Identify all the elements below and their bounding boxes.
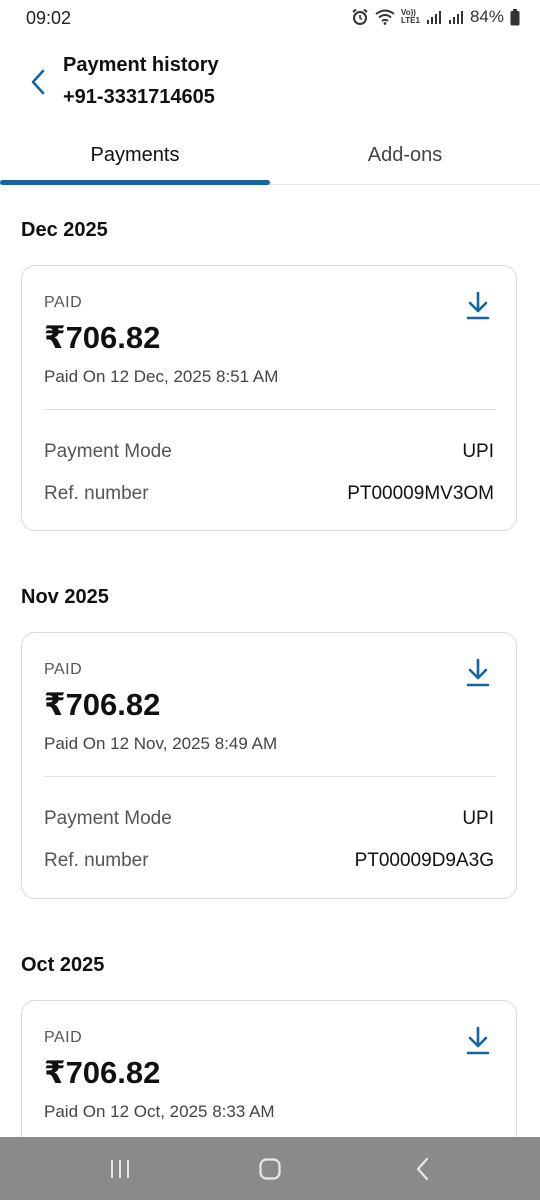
month-heading: Dec 2025 — [21, 219, 108, 241]
ref-number-label: Ref. number — [44, 850, 149, 871]
payment-card: PAID ₹706.82 Paid On 12 Nov, 2025 8:49 A… — [21, 632, 517, 899]
month-heading: Nov 2025 — [21, 586, 109, 608]
page-title: Payment history — [63, 54, 219, 76]
tab-payments[interactable]: Payments — [0, 128, 270, 182]
recents-icon — [111, 1159, 129, 1178]
system-navigation-bar — [0, 1137, 540, 1200]
card-divider — [44, 409, 496, 410]
payment-mode-label: Payment Mode — [44, 808, 172, 829]
signal-icon-sim2 — [448, 11, 463, 24]
battery-icon — [510, 8, 520, 25]
tab-add-ons[interactable]: Add-ons — [270, 128, 540, 182]
month-heading: Oct 2025 — [21, 954, 105, 976]
status-icons: Vo)) LTE1 84% — [351, 7, 520, 27]
payment-date: Paid On 12 Oct, 2025 8:33 AM — [44, 1102, 275, 1121]
battery-percent: 84% — [469, 7, 504, 26]
status-time: 09:02 — [26, 8, 72, 28]
app-header: Payment history +91-3331714605 — [0, 44, 540, 124]
payment-card: PAID ₹706.82 Paid On 12 Dec, 2025 8:51 A… — [21, 265, 517, 531]
back-icon — [416, 1157, 429, 1180]
status-bar: 09:02 Vo)) LTE1 84% — [0, 0, 540, 38]
payment-mode-label: Payment Mode — [44, 441, 172, 462]
lte-label: LTE1 — [401, 16, 420, 25]
active-tab-indicator — [0, 180, 270, 185]
chevron-left-icon — [31, 69, 45, 95]
payment-status: PAID — [44, 294, 83, 311]
download-icon — [466, 291, 490, 320]
ref-number-value: PT00009D9A3G — [354, 850, 494, 871]
payment-mode-value: UPI — [462, 441, 494, 462]
signal-icon-sim1 — [426, 11, 441, 24]
ref-number-label: Ref. number — [44, 483, 149, 504]
ref-number-value: PT00009MV3OM — [347, 483, 494, 504]
payment-status: PAID — [44, 661, 83, 678]
back-button[interactable] — [24, 66, 52, 98]
payment-date: Paid On 12 Dec, 2025 8:51 AM — [44, 367, 279, 386]
download-receipt-button[interactable] — [464, 657, 492, 689]
payment-amount: ₹706.82 — [44, 1055, 161, 1090]
card-divider — [44, 776, 496, 777]
tab-bar: Payments Add-ons — [0, 128, 540, 188]
payment-amount: ₹706.82 — [44, 687, 161, 722]
download-receipt-button[interactable] — [464, 290, 492, 322]
payment-mode-value: UPI — [462, 808, 494, 829]
back-nav-button[interactable] — [383, 1137, 463, 1200]
download-icon — [466, 1026, 490, 1055]
download-icon — [466, 658, 490, 687]
payment-amount: ₹706.82 — [44, 320, 161, 355]
download-receipt-button[interactable] — [464, 1025, 492, 1057]
home-icon — [259, 1157, 281, 1180]
volte-icon: Vo)) LTE1 — [401, 9, 420, 25]
recents-button[interactable] — [80, 1137, 160, 1200]
payment-status: PAID — [44, 1029, 83, 1046]
payment-date: Paid On 12 Nov, 2025 8:49 AM — [44, 734, 278, 753]
wifi-icon — [375, 9, 395, 25]
alarm-icon — [352, 8, 368, 25]
phone-number: +91-3331714605 — [63, 86, 215, 108]
home-button[interactable] — [230, 1137, 310, 1200]
